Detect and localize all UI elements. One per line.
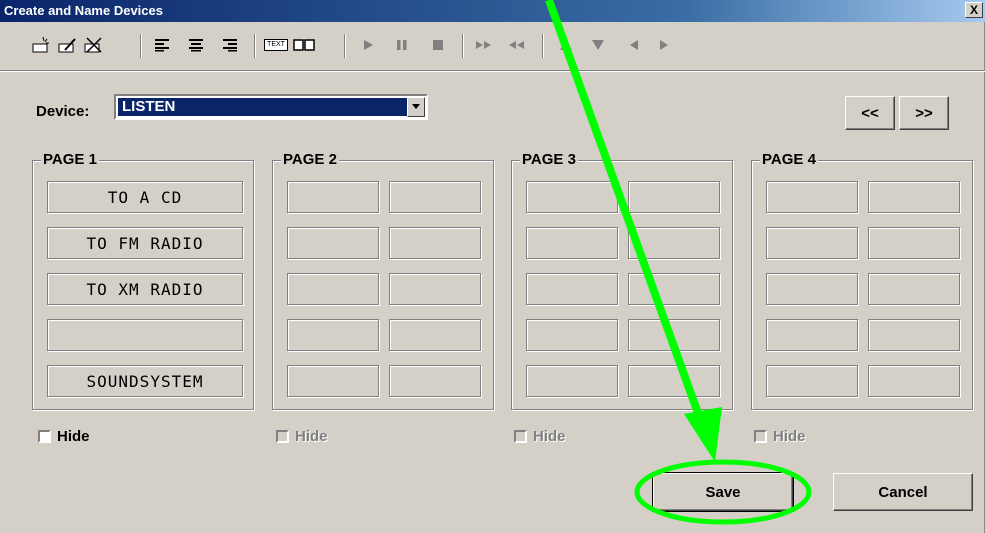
save-button[interactable]: Save [652, 472, 794, 512]
edit-button-icon[interactable] [56, 35, 80, 55]
page-4-hide-checkbox: Hide [754, 428, 806, 445]
page-2-slot-7[interactable] [287, 319, 379, 351]
fast-forward-icon[interactable] [472, 35, 496, 55]
page-3-slot-3[interactable] [526, 227, 618, 259]
window-title: Create and Name Devices [4, 3, 163, 18]
page-4-slot-3[interactable] [766, 227, 858, 259]
icon-button-icon[interactable] [292, 35, 316, 55]
page-2-hide-label: Hide [295, 428, 328, 445]
page-2-title: PAGE 2 [281, 151, 339, 168]
page-1-slot-5[interactable]: SOUNDSYSTEM [47, 365, 243, 397]
toolbar-separator [254, 34, 256, 58]
page-2-slot-3[interactable] [287, 227, 379, 259]
page-4-slot-1[interactable] [766, 181, 858, 213]
cancel-button[interactable]: Cancel [833, 473, 973, 511]
text-button-icon-label: TEXT [264, 39, 288, 51]
page-1-slot-3[interactable]: TO XM RADIO [47, 273, 243, 305]
up-arrow-icon[interactable] [554, 35, 578, 55]
page-2-group: PAGE 2 [272, 151, 494, 410]
page-4-group: PAGE 4 [751, 151, 973, 410]
page-4-slot-9[interactable] [766, 365, 858, 397]
delete-button-icon[interactable] [82, 35, 106, 55]
page-1-title: PAGE 1 [41, 151, 99, 168]
toolbar-separator [462, 34, 464, 58]
toolbar-divider [0, 70, 985, 72]
device-label: Device: [36, 103, 90, 120]
page-3-slot-7[interactable] [526, 319, 618, 351]
page-4-slot-2[interactable] [868, 181, 960, 213]
align-right-icon[interactable] [218, 35, 242, 55]
page-4-slot-8[interactable] [868, 319, 960, 351]
toolbar-separator [344, 34, 346, 58]
page-3-slot-4[interactable] [628, 227, 720, 259]
page-3-hide-label: Hide [533, 428, 566, 445]
down-arrow-icon[interactable] [586, 35, 610, 55]
previous-device-button[interactable]: << [845, 96, 895, 130]
page-1-hide-label: Hide [57, 428, 90, 445]
toolbar-separator [140, 34, 142, 58]
new-button-icon[interactable] [30, 35, 54, 55]
align-center-icon[interactable] [184, 35, 208, 55]
page-1-hide-checkbox[interactable]: Hide [38, 428, 90, 445]
close-button[interactable]: X [965, 2, 983, 18]
page-2-slot-8[interactable] [389, 319, 481, 351]
checkbox-box [514, 430, 527, 443]
page-2-slot-9[interactable] [287, 365, 379, 397]
page-1-slot-1[interactable]: TO A CD [47, 181, 243, 213]
pause-icon[interactable] [390, 35, 414, 55]
page-3-slot-6[interactable] [628, 273, 720, 305]
page-3-slot-10[interactable] [628, 365, 720, 397]
create-and-name-devices-dialog: Create and Name Devices X TEXT Device: L… [0, 0, 985, 533]
page-3-group: PAGE 3 [511, 151, 733, 410]
rewind-icon[interactable] [504, 35, 528, 55]
page-4-slot-6[interactable] [868, 273, 960, 305]
checkbox-box[interactable] [38, 430, 51, 443]
page-1-slot-2[interactable]: TO FM RADIO [47, 227, 243, 259]
page-4-slot-10[interactable] [868, 365, 960, 397]
toolbar-separator [542, 34, 544, 58]
page-1-slot-4[interactable] [47, 319, 243, 351]
checkbox-box [276, 430, 289, 443]
chevron-down-icon [412, 104, 420, 109]
page-2-hide-checkbox: Hide [276, 428, 328, 445]
page-3-slot-8[interactable] [628, 319, 720, 351]
page-4-slot-4[interactable] [868, 227, 960, 259]
stop-icon[interactable] [426, 35, 450, 55]
page-2-slot-1[interactable] [287, 181, 379, 213]
page-3-slot-1[interactable] [526, 181, 618, 213]
page-3-hide-checkbox: Hide [514, 428, 566, 445]
page-3-slot-2[interactable] [628, 181, 720, 213]
text-button-icon[interactable]: TEXT [264, 35, 288, 55]
toolbar: TEXT [0, 22, 985, 70]
page-3-slot-5[interactable] [526, 273, 618, 305]
page-3-title: PAGE 3 [520, 151, 578, 168]
page-4-hide-label: Hide [773, 428, 806, 445]
left-arrow-icon[interactable] [622, 35, 646, 55]
checkbox-box [754, 430, 767, 443]
dropdown-arrow-button[interactable] [407, 97, 425, 117]
device-dropdown[interactable]: LISTEN [114, 94, 428, 120]
device-value: LISTEN [118, 98, 408, 116]
play-icon[interactable] [356, 35, 380, 55]
page-2-slot-2[interactable] [389, 181, 481, 213]
next-device-button[interactable]: >> [899, 96, 949, 130]
page-4-slot-7[interactable] [766, 319, 858, 351]
page-2-slot-4[interactable] [389, 227, 481, 259]
title-bar: Create and Name Devices X [0, 0, 985, 22]
page-1-group: PAGE 1 TO A CD TO FM RADIO TO XM RADIO S… [32, 151, 254, 410]
align-left-icon[interactable] [150, 35, 174, 55]
page-2-slot-6[interactable] [389, 273, 481, 305]
page-2-slot-5[interactable] [287, 273, 379, 305]
page-3-slot-9[interactable] [526, 365, 618, 397]
page-4-title: PAGE 4 [760, 151, 818, 168]
page-4-slot-5[interactable] [766, 273, 858, 305]
page-2-slot-10[interactable] [389, 365, 481, 397]
right-arrow-icon[interactable] [652, 35, 676, 55]
